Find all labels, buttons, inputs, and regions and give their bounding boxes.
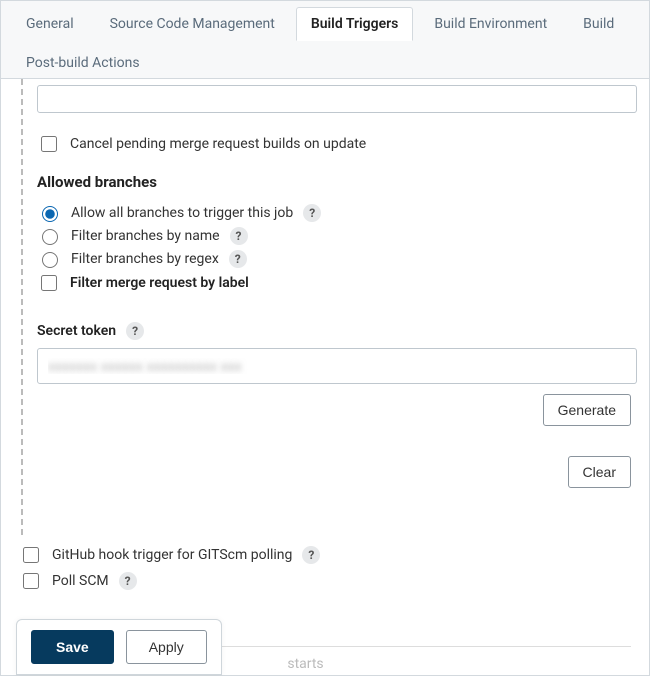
allow-all-radio[interactable]: [42, 206, 58, 222]
cancel-pending-label: Cancel pending merge request builds on u…: [70, 136, 366, 152]
section-indent-line: [21, 79, 23, 535]
url-input[interactable]: [37, 85, 637, 113]
filter-by-name-radio[interactable]: [42, 229, 58, 245]
tab-post-build[interactable]: Post-build Actions: [11, 46, 155, 79]
clear-button[interactable]: Clear: [568, 456, 631, 488]
tab-general[interactable]: General: [11, 7, 89, 41]
allow-all-label: Allow all branches to trigger this job: [71, 205, 293, 221]
generate-button[interactable]: Generate: [543, 394, 631, 426]
help-icon[interactable]: ?: [303, 204, 321, 222]
filter-by-regex-label: Filter branches by regex: [71, 251, 219, 267]
secret-token-label: Secret token: [37, 323, 116, 339]
github-hook-label: GitHub hook trigger for GITScm polling: [52, 547, 292, 563]
help-icon[interactable]: ?: [302, 546, 320, 564]
help-icon[interactable]: ?: [119, 572, 137, 590]
save-apply-bar: Save Apply: [16, 619, 222, 675]
help-icon[interactable]: ?: [126, 322, 144, 340]
poll-scm-label: Poll SCM: [52, 573, 109, 589]
tab-scm[interactable]: Source Code Management: [95, 7, 290, 41]
filter-by-regex-radio[interactable]: [42, 252, 58, 268]
filter-by-name-label: Filter branches by name: [71, 228, 220, 244]
faded-option-label: starts: [287, 656, 323, 672]
save-button[interactable]: Save: [31, 630, 114, 664]
github-hook-checkbox[interactable]: [23, 547, 39, 563]
allowed-branches-title: Allowed branches: [37, 173, 631, 191]
tab-build-environment[interactable]: Build Environment: [419, 7, 562, 41]
filter-by-label-label: Filter merge request by label: [70, 275, 249, 291]
tab-build[interactable]: Build: [568, 7, 629, 41]
poll-scm-checkbox[interactable]: [23, 573, 39, 589]
help-icon[interactable]: ?: [230, 227, 248, 245]
secret-token-input[interactable]: [37, 348, 637, 384]
tab-build-triggers[interactable]: Build Triggers: [296, 7, 414, 41]
help-icon[interactable]: ?: [229, 250, 247, 268]
cancel-pending-checkbox[interactable]: [41, 136, 57, 152]
filter-by-label-checkbox[interactable]: [41, 275, 57, 291]
config-tabs: General Source Code Management Build Tri…: [1, 1, 649, 79]
apply-button[interactable]: Apply: [126, 630, 207, 664]
